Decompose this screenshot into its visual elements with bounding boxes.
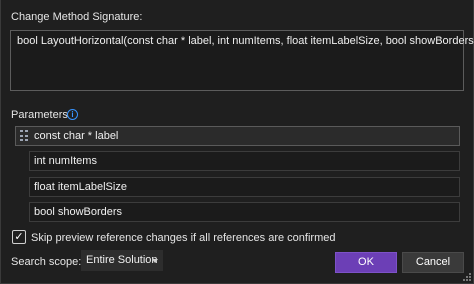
chevron-down-icon xyxy=(152,259,158,263)
signature-label: Change Method Signature: xyxy=(11,11,143,23)
parameters-label: Parameters xyxy=(11,109,68,121)
cancel-button[interactable]: Cancel xyxy=(402,252,464,273)
skip-preview-label[interactable]: Skip preview reference changes if all re… xyxy=(31,232,335,244)
drag-handle-icon[interactable] xyxy=(20,130,28,142)
parameter-label: int numItems xyxy=(34,155,97,167)
resize-grip-icon[interactable] xyxy=(463,273,471,281)
ok-button[interactable]: OK xyxy=(335,252,397,273)
search-scope-dropdown[interactable]: Entire Solution xyxy=(81,250,163,271)
info-icon[interactable]: i xyxy=(67,109,78,120)
parameter-label: const char * label xyxy=(34,130,119,142)
parameter-row[interactable]: int numItems xyxy=(29,151,460,171)
parameter-label: bool showBorders xyxy=(34,206,123,218)
parameter-label: float itemLabelSize xyxy=(34,181,127,193)
signature-text: bool LayoutHorizontal(const char * label… xyxy=(17,35,474,47)
search-scope-value: Entire Solution xyxy=(86,254,158,266)
parameter-row[interactable]: float itemLabelSize xyxy=(29,177,460,197)
parameter-row[interactable]: bool showBorders xyxy=(29,202,460,222)
parameter-row[interactable]: const char * label xyxy=(15,126,460,146)
search-scope-label: Search scope: xyxy=(11,256,82,268)
change-signature-dialog: Change Method Signature: bool LayoutHori… xyxy=(0,0,474,284)
skip-preview-checkbox[interactable]: ✓ xyxy=(12,230,26,244)
signature-textbox[interactable]: bool LayoutHorizontal(const char * label… xyxy=(10,30,474,91)
